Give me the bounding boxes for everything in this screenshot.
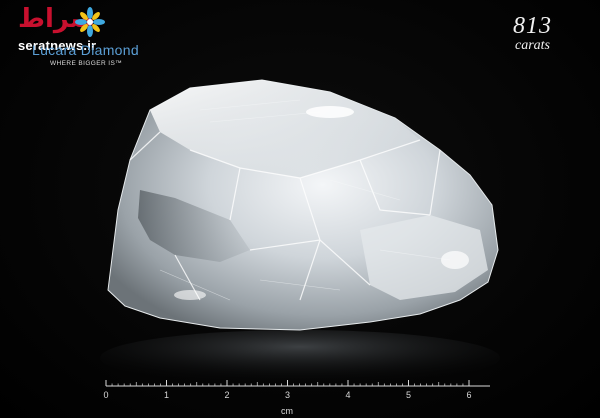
carat-label: 813 carats [513, 14, 552, 54]
carat-unit: carats [515, 38, 550, 53]
photo-stage: صراط seratnews.ir Lucara Diamond WHERE B… [0, 0, 600, 418]
flower-logo-icon [75, 7, 105, 37]
brand-tagline: WHERE BIGGER IS™ [50, 60, 123, 67]
carat-value: 813 [513, 13, 552, 39]
brand-name: Lucara Diamond [32, 42, 139, 58]
